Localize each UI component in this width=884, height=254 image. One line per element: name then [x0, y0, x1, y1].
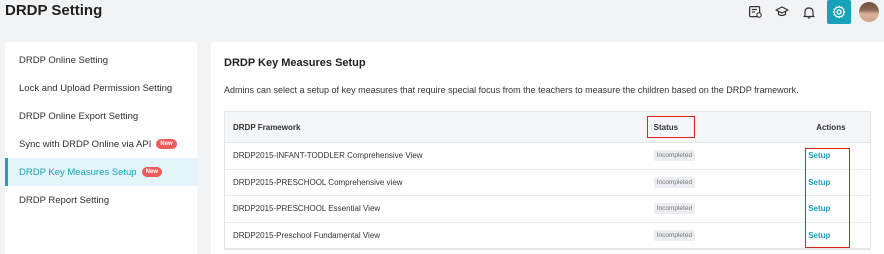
key-measures-table: DRDP Framework Status Actions DRDP2015-I…	[224, 111, 871, 250]
table-row: DRDP2015-Preschool Fundamental View Inco…	[225, 223, 870, 249]
framework-name: DRDP2015-PRESCHOOL Essential View	[233, 204, 381, 214]
bell-icon[interactable]	[800, 3, 818, 21]
top-icon-bar	[746, 0, 884, 24]
sidebar-item-lock-upload-permission[interactable]: Lock and Upload Permission Setting	[5, 74, 197, 102]
actions-highlight-box	[805, 148, 850, 248]
framework-name: DRDP2015-PRESCHOOL Comprehensive view	[233, 177, 403, 187]
sidebar-item-label: DRDP Report Setting	[19, 194, 110, 206]
sidebar-item-key-measures-setup[interactable]: DRDP Key Measures Setup New	[5, 158, 197, 186]
sidebar-item-label: DRDP Key Measures Setup	[19, 166, 137, 178]
sidebar-item-label: Lock and Upload Permission Setting	[19, 82, 173, 94]
main-panel: DRDP Key Measures Setup Admins can selec…	[211, 42, 884, 254]
gear-icon	[832, 5, 846, 19]
table-row: DRDP2015-PRESCHOOL Essential View Incomp…	[225, 196, 870, 223]
user-avatar[interactable]	[859, 2, 879, 22]
status-badge: Incompleted	[653, 229, 696, 241]
id-card-icon[interactable]	[746, 3, 764, 21]
status-badge: Incompleted	[653, 176, 696, 188]
sidebar-item-drdp-online-setting[interactable]: DRDP Online Setting	[5, 46, 197, 74]
section-description: Admins can select a setup of key measure…	[224, 85, 799, 95]
column-header-framework: DRDP Framework	[233, 122, 301, 132]
graduation-cap-icon[interactable]	[773, 3, 791, 21]
status-badge: Incompleted	[653, 150, 696, 162]
sidebar-item-export-setting[interactable]: DRDP Online Export Setting	[5, 102, 197, 130]
sidebar-item-sync-api[interactable]: Sync with DRDP Online via API New	[5, 130, 197, 158]
table-row: DRDP2015-INFANT-TODDLER Comprehensive Vi…	[225, 143, 870, 170]
column-header-actions: Actions	[816, 122, 846, 132]
sidebar-item-label: DRDP Online Setting	[19, 54, 109, 66]
status-badge: Incompleted	[653, 203, 696, 215]
table-row: DRDP2015-PRESCHOOL Comprehensive view In…	[225, 170, 870, 196]
top-bar: DRDP Setting	[0, 0, 884, 28]
table-header: DRDP Framework Status Actions	[225, 112, 870, 143]
settings-button[interactable]	[827, 0, 851, 24]
sidebar-item-report-setting[interactable]: DRDP Report Setting	[5, 186, 197, 214]
section-title: DRDP Key Measures Setup	[224, 57, 366, 69]
new-badge: New	[156, 139, 177, 149]
status-highlight-box	[647, 116, 695, 138]
new-badge: New	[141, 167, 162, 177]
settings-sidebar: DRDP Online Setting Lock and Upload Perm…	[5, 42, 197, 254]
sidebar-item-label: DRDP Online Export Setting	[19, 110, 139, 122]
framework-name: DRDP2015-INFANT-TODDLER Comprehensive Vi…	[233, 151, 423, 161]
sidebar-item-label: Sync with DRDP Online via API	[19, 138, 152, 150]
framework-name: DRDP2015-Preschool Fundamental View	[233, 230, 381, 240]
page-title: DRDP Setting	[5, 2, 103, 19]
